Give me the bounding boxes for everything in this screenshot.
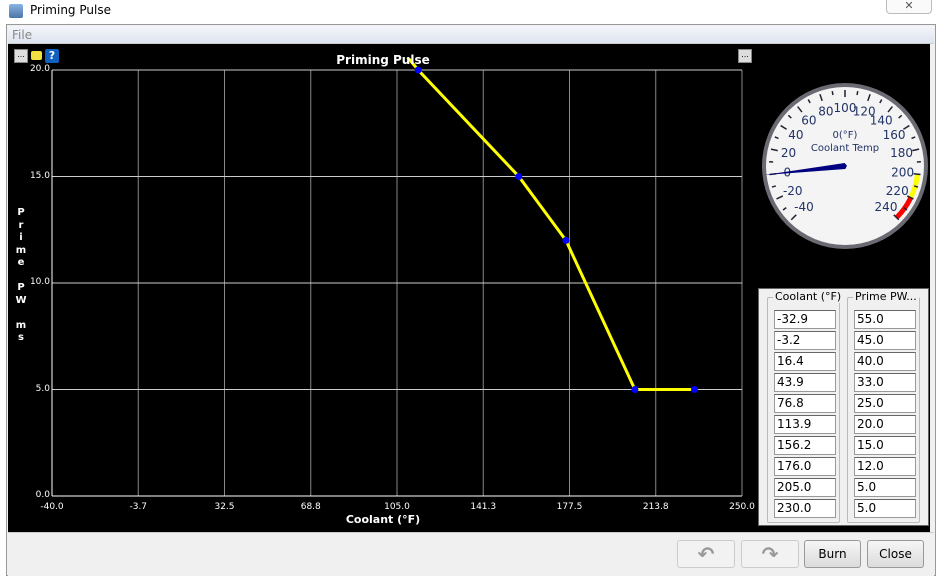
- chart-title: Priming Pulse: [336, 53, 430, 67]
- x-tick-label: 105.0: [384, 502, 410, 512]
- y-tick-label: 20.0: [29, 64, 50, 74]
- prime-pw-cell[interactable]: 5.0: [854, 499, 916, 518]
- gauge-tick: [831, 90, 834, 96]
- note-icon[interactable]: [31, 51, 42, 60]
- coolant-cell[interactable]: -3.2: [774, 331, 836, 350]
- gauge-tick: [856, 90, 859, 96]
- x-tick-label: 250.0: [729, 502, 755, 512]
- coolant-cell[interactable]: 43.9: [774, 373, 836, 392]
- gauge-label: 220: [886, 184, 909, 198]
- gauge-label: -40: [794, 200, 814, 214]
- prime-pw-cell[interactable]: 45.0: [854, 331, 916, 350]
- chart-options-button[interactable]: ...: [14, 49, 28, 63]
- gauge-label: -20: [783, 184, 803, 198]
- curve-point[interactable]: [414, 66, 422, 74]
- prime-pw-cell[interactable]: 5.0: [854, 478, 916, 497]
- x-tick-label: 177.5: [556, 502, 583, 512]
- coolant-cell[interactable]: 113.9: [774, 415, 836, 434]
- coolant-cell[interactable]: 156.2: [774, 436, 836, 455]
- x-tick-label: 32.5: [214, 502, 235, 512]
- x-tick-label: 213.8: [642, 502, 669, 512]
- y-tick-label: 5.0: [35, 383, 50, 394]
- y-axis-label: PrimePWms: [14, 207, 28, 345]
- gauge-label: 60: [801, 114, 816, 128]
- y-label-letter: m: [15, 319, 27, 331]
- coolant-column: Coolant (°F) -32.9 -3.2 16.4 43.9 76.8 113.9 1…: [767, 290, 844, 523]
- gauge-title: Coolant Temp: [811, 143, 879, 154]
- prime-pw-cell[interactable]: 12.0: [854, 457, 916, 476]
- y-label-letter: m: [15, 244, 27, 256]
- gauge-label: 140: [870, 114, 893, 128]
- gauge-label: 240: [875, 200, 898, 214]
- y-label-letter: P: [17, 207, 25, 218]
- redo-button[interactable]: ↷: [741, 540, 799, 568]
- curve-point[interactable]: [515, 173, 523, 180]
- prime-pw-cell[interactable]: 55.0: [854, 310, 916, 329]
- y-tick-label: 0.0: [35, 490, 50, 500]
- chart-right-options-button[interactable]: ...: [738, 49, 752, 63]
- gauge-label: 200: [891, 165, 914, 179]
- gauge-label: 180: [890, 146, 913, 160]
- x-tick-label: -40.0: [40, 502, 64, 512]
- gauge-value: 0(°F): [833, 130, 858, 141]
- prime-pw-cell[interactable]: 15.0: [854, 436, 916, 455]
- gauge-label: 20: [781, 146, 796, 160]
- prime-pw-cell[interactable]: 25.0: [854, 394, 916, 413]
- coolant-cell[interactable]: 205.0: [774, 478, 836, 497]
- gauge-label: 80: [818, 104, 833, 118]
- gauge-tick: [771, 185, 777, 188]
- help-icon[interactable]: ?: [45, 49, 59, 63]
- prime-pw-cell[interactable]: 33.0: [854, 373, 916, 392]
- burn-button[interactable]: Burn: [804, 540, 861, 568]
- gauge-tick: [913, 172, 921, 176]
- x-tick-label: 141.3: [470, 502, 497, 512]
- y-label-letter: i: [19, 232, 23, 243]
- curve-point[interactable]: [690, 386, 698, 393]
- prime-pw-cell[interactable]: 40.0: [854, 352, 916, 371]
- y-tick-label: 10.0: [29, 277, 50, 287]
- coolant-column-header: Coolant (°F): [773, 290, 844, 303]
- y-label-letter: W: [15, 294, 27, 306]
- coolant-cell[interactable]: 16.4: [774, 352, 836, 371]
- x-tick-label: -3.7: [129, 502, 148, 512]
- coolant-gauge: -40-200204060801001201401601802002202400…: [760, 81, 930, 251]
- prime-pw-cell[interactable]: 20.0: [854, 415, 916, 434]
- y-label-letter: [14, 307, 28, 320]
- curve-point[interactable]: [631, 386, 639, 393]
- x-axis-label: Coolant (°F): [345, 513, 421, 526]
- y-tick-label: 15.0: [29, 170, 50, 181]
- curve-point[interactable]: [562, 236, 570, 244]
- prime-pw-column: Prime PW... 55.0 45.0 40.0 33.0 25.0 20.0 15.0…: [847, 290, 920, 523]
- gauge-label: 160: [883, 128, 906, 142]
- coolant-cell[interactable]: 230.0: [774, 499, 836, 518]
- coolant-cell[interactable]: 176.0: [774, 457, 836, 476]
- undo-button[interactable]: ↶: [677, 540, 735, 568]
- y-label-letter: r: [18, 219, 24, 231]
- coolant-cell[interactable]: -32.9: [774, 310, 836, 329]
- prime-pw-column-header: Prime PW...: [853, 290, 919, 303]
- close-button[interactable]: Close: [867, 540, 924, 568]
- gauge-label: 40: [788, 128, 803, 142]
- y-label-letter: s: [18, 332, 24, 343]
- y-label-letter: e: [17, 257, 25, 268]
- x-tick-label: 68.8: [300, 502, 321, 512]
- coolant-cell[interactable]: 76.8: [774, 394, 836, 413]
- curve-table: Coolant (°F) -32.9 -3.2 16.4 43.9 76.8 113.9 1…: [758, 288, 929, 526]
- gauge-tick: [913, 185, 919, 188]
